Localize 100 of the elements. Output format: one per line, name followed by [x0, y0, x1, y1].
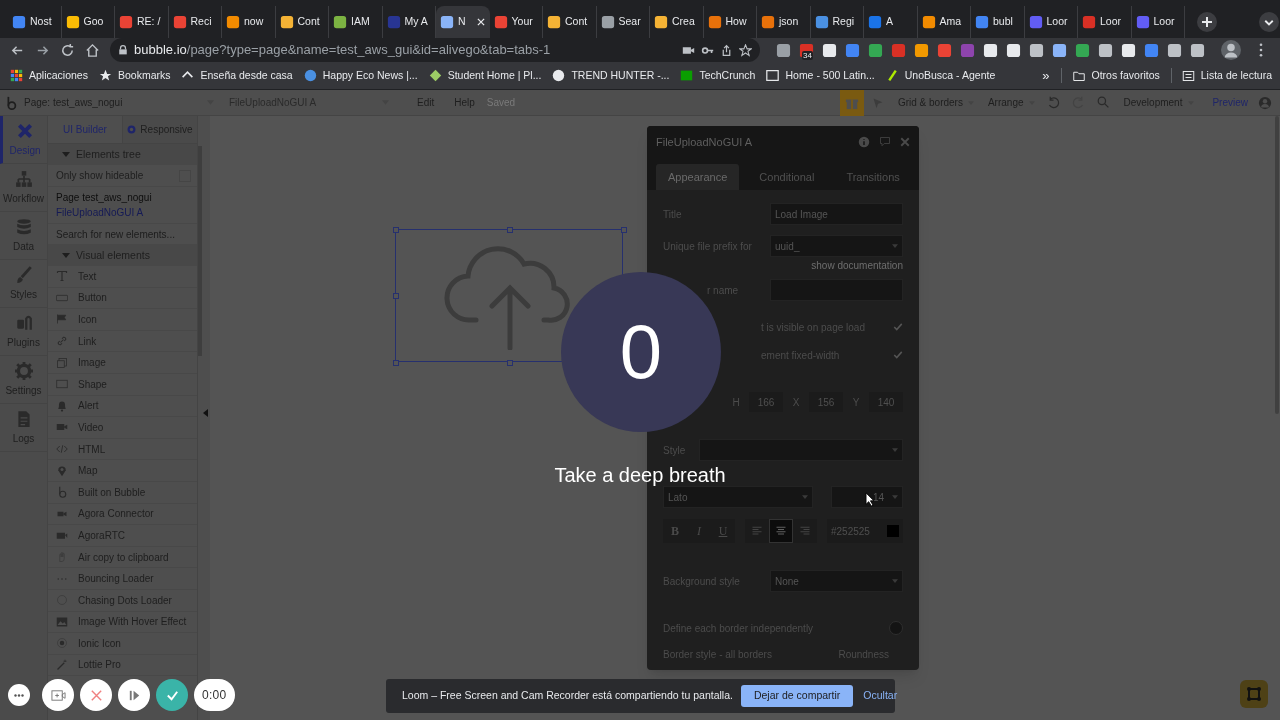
tab-title: json [779, 14, 799, 30]
settings-icon [14, 361, 33, 380]
caret-icon [802, 495, 808, 499]
reload-icon[interactable] [60, 42, 75, 58]
resize-handle[interactable] [393, 227, 399, 233]
panel-tab[interactable]: Appearance [656, 164, 740, 190]
font-dropdown[interactable]: Lato [663, 486, 813, 508]
bookmark-item[interactable]: Aplicaciones [10, 67, 88, 84]
lock-icon [118, 44, 128, 56]
tab-title: Sear [618, 14, 641, 30]
more-bookmarks-button[interactable]: » [1042, 65, 1050, 86]
folder-icon [1071, 69, 1086, 82]
address-bar[interactable]: bubble.io/page?type=page&name=test_aws_gui&id=alivego&tab=tabs-1 [110, 38, 760, 62]
home-icon[interactable] [85, 42, 100, 58]
extension-icon[interactable] [1029, 42, 1044, 58]
extension-icon[interactable] [1190, 42, 1205, 58]
search-icon[interactable] [1096, 96, 1110, 109]
bookmark-item[interactable]: TechCrunch [680, 67, 756, 84]
extension-icon[interactable] [1006, 42, 1021, 58]
tree-item[interactable]: Page test_aws_nogui [56, 191, 197, 204]
browser-tab[interactable]: N [436, 6, 490, 38]
panel-tab[interactable]: Conditional [747, 164, 827, 190]
notification-text: Loom – Free Screen and Cam Recorder está compartiendo tu pantalla. [402, 688, 733, 704]
database-icon [14, 217, 33, 236]
loom-button[interactable] [1240, 680, 1268, 708]
extension-icon[interactable] [983, 42, 998, 58]
bookmark-icon [428, 69, 442, 82]
align-right-icon [799, 525, 811, 537]
favicon-icon [600, 15, 615, 29]
share-icon[interactable] [720, 43, 733, 57]
bookmark-folder[interactable]: Otros favoritos [1060, 67, 1160, 84]
tab-title: Regi [832, 14, 855, 30]
documentation-link[interactable]: show documentation [811, 258, 903, 273]
dropdown-field[interactable]: uuid_ [770, 235, 903, 257]
text-icon [56, 270, 68, 283]
star-icon[interactable] [739, 43, 752, 57]
favicon-icon [1028, 15, 1043, 29]
resize-handle[interactable] [393, 293, 399, 299]
new-tab-icon[interactable] [1197, 12, 1217, 32]
extension-icon[interactable] [1121, 42, 1136, 58]
resize-handle[interactable] [621, 227, 627, 233]
bookmark-item[interactable]: Enseña desde casa [181, 67, 293, 84]
align-button[interactable] [769, 519, 793, 543]
caret-icon [892, 448, 898, 452]
panel-tab[interactable]: Transitions [834, 164, 912, 190]
bookmark-item[interactable]: Home - 500 Latin... [766, 67, 875, 84]
text-field[interactable]: Load Image [770, 203, 903, 225]
square-icon [56, 378, 68, 391]
stop-sharing-button[interactable]: Dejar de compartir [740, 685, 854, 707]
tree-item[interactable]: FileUploadNoGUI A [56, 206, 197, 219]
resize-handle[interactable] [507, 360, 513, 366]
favicon-icon [868, 15, 882, 29]
bookmark-item[interactable]: TREND HUNTER -... [552, 67, 670, 84]
favicon-icon [226, 15, 240, 29]
hide-button[interactable]: Ocultar [861, 688, 900, 704]
link-icon [56, 335, 68, 348]
dropdown-field[interactable]: None [770, 570, 903, 592]
undo-icon[interactable] [1046, 96, 1060, 109]
image-icon [56, 615, 68, 628]
tab-title: IAM [351, 14, 370, 30]
favicon-icon [12, 15, 26, 29]
extension-icon[interactable] [822, 42, 837, 58]
toggle[interactable] [889, 621, 903, 635]
font-size-dropdown[interactable]: 14 [831, 486, 903, 508]
tab-title: Ama [939, 14, 962, 30]
resize-handle[interactable] [507, 227, 513, 233]
extension-icon[interactable] [1052, 42, 1067, 58]
reading-list-button[interactable]: Lista de lectura [1170, 67, 1272, 84]
favicon-icon [65, 15, 80, 29]
bookmark-item[interactable]: Bookmarks [98, 67, 171, 84]
frame-icon [1246, 686, 1262, 702]
checkmark-icon[interactable] [893, 322, 903, 332]
user-icon[interactable] [1258, 95, 1272, 110]
more-icon[interactable] [1259, 43, 1263, 57]
chevron-down-icon[interactable] [1259, 12, 1279, 32]
resize-handle[interactable] [393, 360, 399, 366]
bookmark-item[interactable]: Student Home | Pl... [428, 67, 542, 84]
list-icon [1181, 69, 1195, 82]
extension-icon[interactable] [776, 42, 791, 58]
checkmark-icon[interactable] [893, 350, 903, 360]
favicon-icon [975, 15, 989, 29]
extension-icon[interactable] [914, 42, 929, 58]
bookmark-item[interactable]: Happy Eco News |... [303, 67, 418, 84]
extension-icon[interactable] [1167, 42, 1182, 58]
bookmark-icon [552, 69, 566, 82]
code-icon [56, 443, 68, 456]
avatar-icon[interactable] [1221, 40, 1241, 60]
favicon-icon [279, 15, 294, 29]
tab-title: My A [404, 14, 428, 30]
bookmark-item[interactable]: UnoBusca - Agente [885, 67, 996, 84]
collapse-icon[interactable] [202, 409, 208, 417]
tab-title: Reci [190, 14, 212, 30]
gift-button[interactable] [839, 89, 864, 116]
extension-icon[interactable] [1098, 42, 1113, 58]
favicon-icon [547, 15, 561, 29]
tab-title: Crea [672, 14, 695, 30]
info-icon[interactable] [858, 136, 870, 148]
favicon-icon [921, 15, 936, 29]
dropdown-field[interactable] [699, 439, 903, 461]
caret-icon [892, 495, 898, 499]
